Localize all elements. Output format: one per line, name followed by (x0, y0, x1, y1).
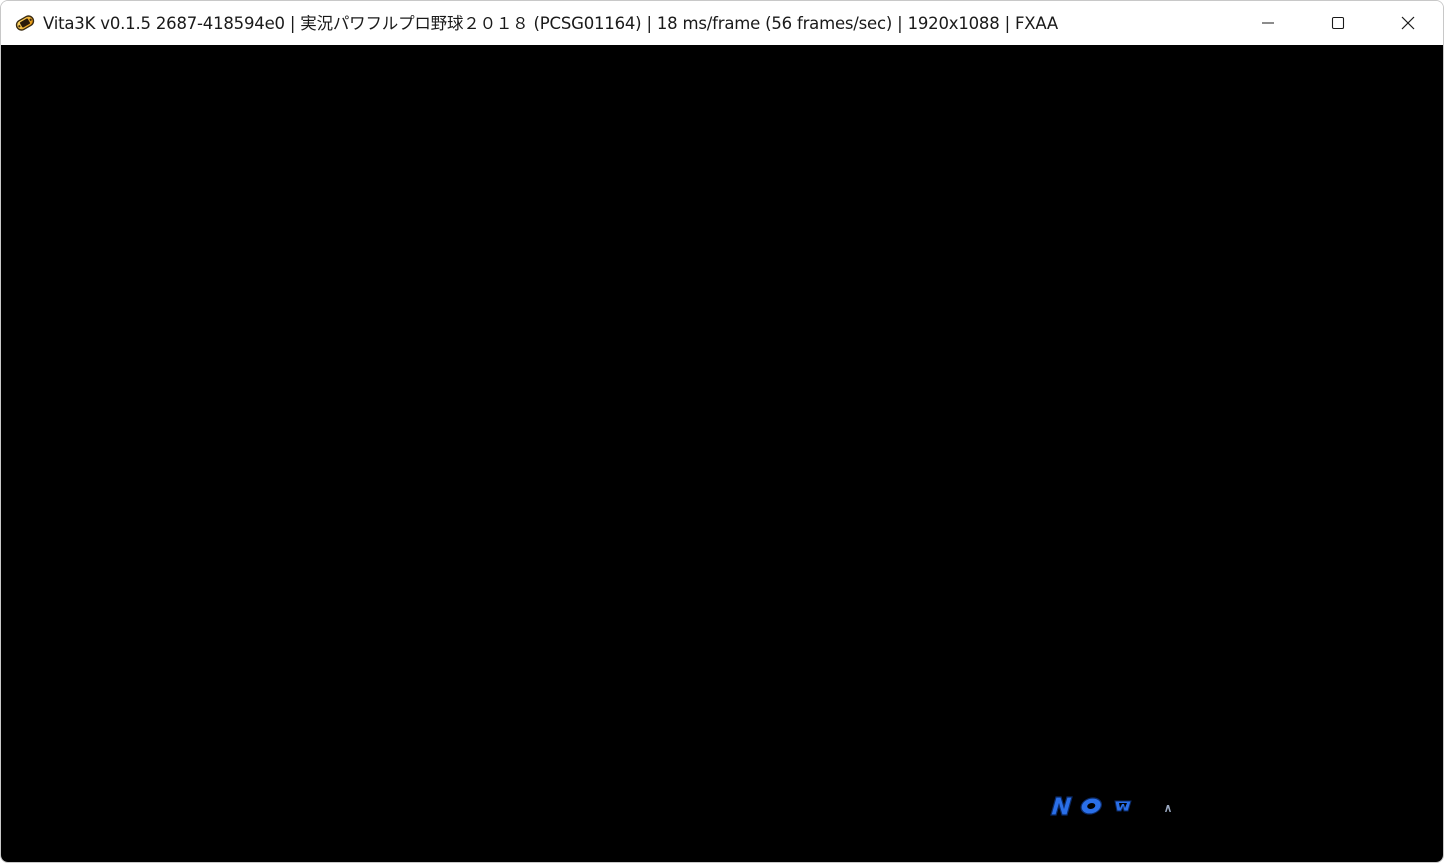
close-icon (1401, 16, 1415, 30)
minimize-icon (1262, 22, 1274, 24)
title-bar[interactable]: Vita3K v0.1.5 2687-418594e0 | 実況パワフルプロ野球… (1, 1, 1443, 45)
window-title: Vita3K v0.1.5 2687-418594e0 | 実況パワフルプロ野球… (43, 14, 1058, 33)
emulator-window: Vita3K v0.1.5 2687-418594e0 | 実況パワフルプロ野球… (0, 0, 1444, 863)
now-loading-logo-icon (1047, 793, 1137, 819)
minimize-button[interactable] (1233, 1, 1303, 45)
game-viewport[interactable] (1, 45, 1443, 862)
maximize-icon (1331, 16, 1345, 30)
maximize-button[interactable] (1303, 1, 1373, 45)
close-button[interactable] (1373, 1, 1443, 45)
vita3k-icon (14, 12, 36, 34)
loading-dot-icon (1164, 798, 1172, 812)
